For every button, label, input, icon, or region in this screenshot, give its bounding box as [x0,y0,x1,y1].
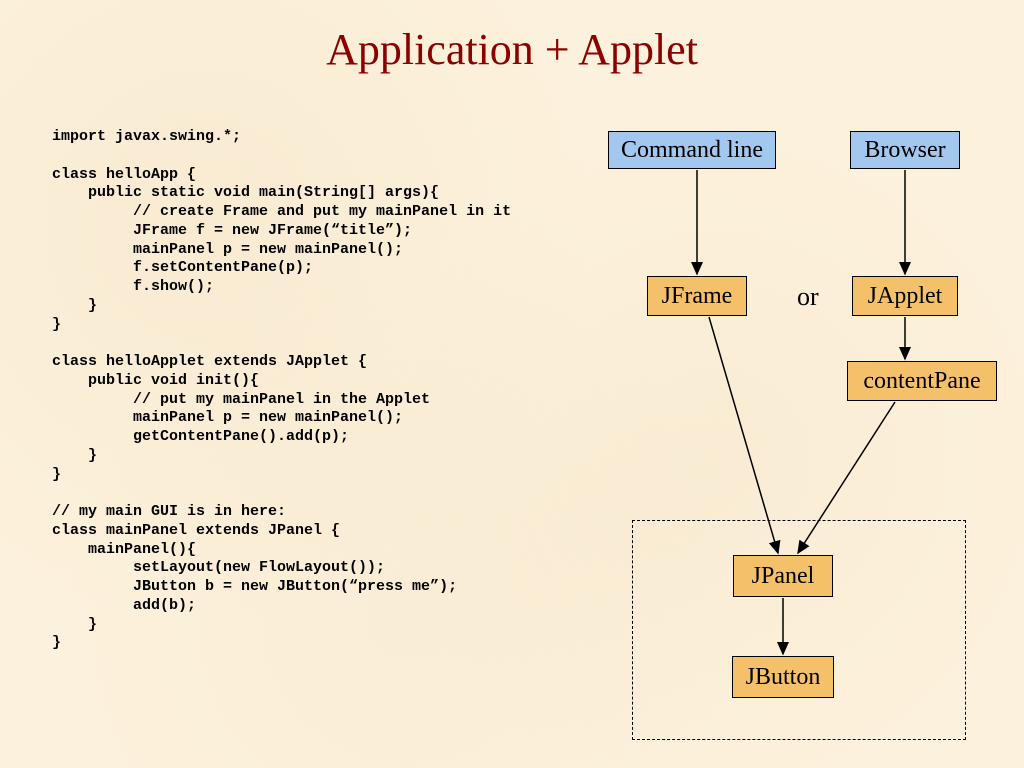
box-contentpane: contentPane [847,361,997,401]
slide-title: Application + Applet [0,0,1024,75]
code-listing: import javax.swing.*; class helloApp { p… [52,128,511,653]
box-jbutton: JButton [732,656,834,698]
dashed-container [632,520,966,740]
box-browser: Browser [850,131,960,169]
box-japplet: JApplet [852,276,958,316]
label-or: or [797,282,819,312]
box-jframe: JFrame [647,276,747,316]
box-jpanel: JPanel [733,555,833,597]
box-commandline: Command line [608,131,776,169]
